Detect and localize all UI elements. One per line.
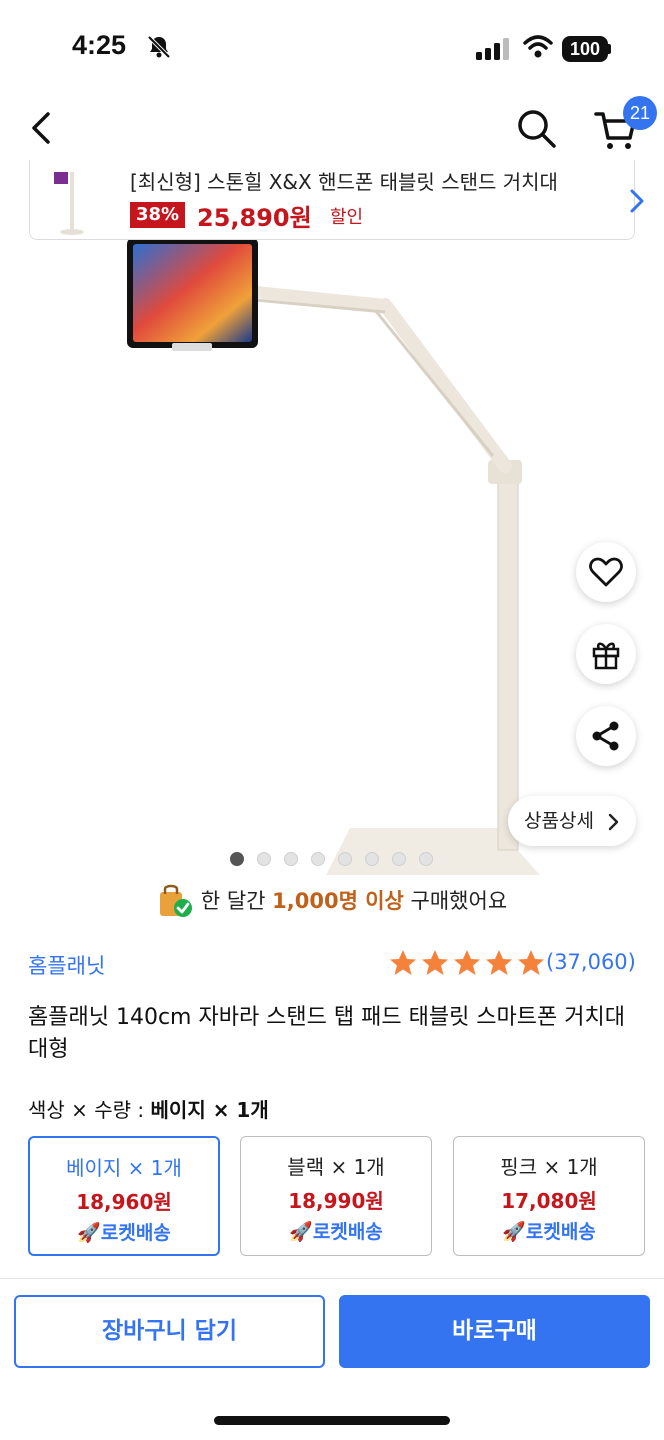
search-icon[interactable] <box>514 106 558 150</box>
gift-button[interactable] <box>576 624 636 684</box>
product-image <box>127 238 540 875</box>
brand-link[interactable]: 홈플래닛 <box>28 950 105 980</box>
wifi-icon <box>523 35 553 58</box>
option-price: 18,960원 <box>76 1190 172 1214</box>
product-title: 홈플래닛 140cm 자바라 스탠드 탭 패드 태블릿 스마트폰 거치대 대형 <box>28 1005 625 1062</box>
star-icon <box>518 950 544 975</box>
share-icon <box>592 721 619 751</box>
notice-prefix: 한 달간 <box>200 889 273 913</box>
cart-count-badge: 21 <box>623 96 657 130</box>
status-time: 4:25 <box>72 30 127 60</box>
review-count[interactable]: (37,060) <box>546 950 636 974</box>
banner-title: [최신형] 스톤힐 X&X 핸드폰 태블릿 스탠드 거치대 <box>130 170 558 194</box>
heart-icon <box>589 557 623 587</box>
option-label-value: 베이지 × 1개 <box>150 1098 269 1122</box>
chevron-right-icon[interactable] <box>624 186 648 216</box>
option-name: 핑크 × 1개 <box>500 1155 598 1179</box>
purchase-notice: 한 달간 1,000명 이상 구매했어요 <box>0 882 664 922</box>
share-button[interactable] <box>576 706 636 766</box>
option-price: 17,080원 <box>501 1189 597 1213</box>
back-arrow-icon[interactable] <box>24 108 64 148</box>
bell-slash-icon <box>147 35 171 59</box>
notice-highlight: 1,000명 이상 <box>272 889 404 913</box>
product-detail-label: 상품상세 <box>524 810 594 832</box>
option-name: 블랙 × 1개 <box>287 1155 385 1179</box>
banner-sale-word: 할인 <box>330 207 364 228</box>
option-card[interactable]: 핑크 × 1개 17,080원 🚀로켓배송 <box>453 1136 645 1256</box>
rocket-delivery-label: 🚀로켓배송 <box>502 1221 596 1243</box>
option-card[interactable]: 베이지 × 1개 18,960원 🚀로켓배송 <box>28 1136 220 1256</box>
option-name: 베이지 × 1개 <box>66 1156 182 1180</box>
option-price: 18,990원 <box>288 1189 384 1213</box>
rocket-delivery-label: 🚀로켓배송 <box>77 1222 171 1244</box>
star-icon <box>486 950 512 975</box>
bottom-bar-divider <box>0 1278 664 1279</box>
buy-now-button[interactable]: 바로구매 <box>339 1295 650 1368</box>
notice-suffix: 구매했어요 <box>403 889 508 913</box>
pagination-dot[interactable] <box>257 852 271 866</box>
banner-thumbnail <box>54 172 84 235</box>
rocket-delivery-label: 🚀로켓배송 <box>289 1221 383 1243</box>
signal-icon <box>476 38 509 60</box>
shopping-bag-check-icon <box>159 884 192 917</box>
option-label-prefix: 색상 × 수량 : <box>28 1098 151 1122</box>
recommendation-banner[interactable]: [최신형] 스톤힐 X&X 핸드폰 태블릿 스탠드 거치대 38% 25,890… <box>29 160 644 240</box>
option-card[interactable]: 블랙 × 1개 18,990원 🚀로켓배송 <box>240 1136 432 1256</box>
battery-indicator: 100 <box>562 36 608 62</box>
chevron-right-icon <box>608 813 619 831</box>
pagination-dot[interactable] <box>392 852 406 866</box>
star-icon <box>454 950 480 975</box>
product-detail-button[interactable]: 상품상세 <box>508 796 636 846</box>
product-image-gallery[interactable] <box>0 160 664 880</box>
star-icon <box>422 950 448 975</box>
add-to-cart-button[interactable]: 장바구니 담기 <box>14 1295 325 1368</box>
gallery-pagination[interactable] <box>230 852 433 868</box>
pagination-dot[interactable] <box>230 852 244 866</box>
rating-stars[interactable] <box>388 948 546 978</box>
star-icon <box>390 950 416 975</box>
banner-price: 25,890원 <box>197 204 312 232</box>
wishlist-button[interactable] <box>576 542 636 602</box>
pagination-dot[interactable] <box>365 852 379 866</box>
home-indicator[interactable] <box>214 1416 450 1425</box>
status-bar: 4:25 100 <box>0 0 664 90</box>
pagination-dot[interactable] <box>338 852 352 866</box>
pagination-dot[interactable] <box>419 852 433 866</box>
option-label: 색상 × 수량 : 베이지 × 1개 <box>28 1094 269 1123</box>
pagination-dot[interactable] <box>284 852 298 866</box>
pagination-dot[interactable] <box>311 852 325 866</box>
banner-discount: 38% <box>130 202 186 228</box>
gift-icon <box>592 642 620 670</box>
battery-tip <box>608 44 611 54</box>
